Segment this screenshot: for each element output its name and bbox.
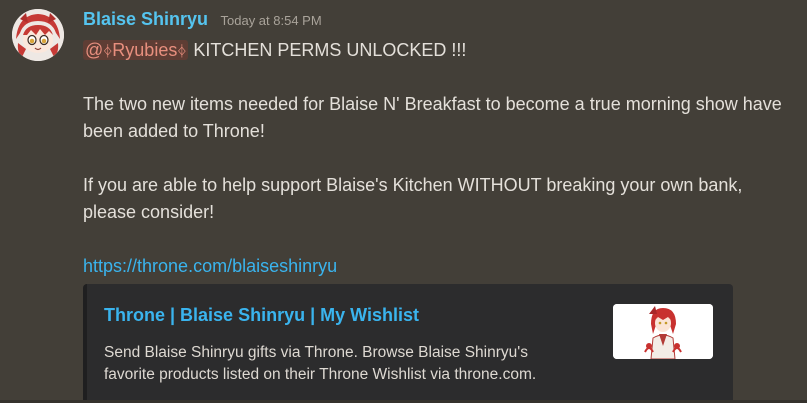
user-mention[interactable]: @ᛄRyubiesᛄ	[83, 40, 189, 60]
embed-description: Send Blaise Shinryu gifts via Throne. Br…	[104, 342, 594, 386]
character-thumbnail-icon	[613, 304, 713, 359]
embed-description-line-2: favorite products listed on their Throne…	[104, 366, 537, 383]
mention-prefix: @	[85, 40, 104, 60]
paragraph-1-line-2: been added to Throne!	[83, 121, 265, 141]
message-content: @ᛄRyubiesᛄ KITCHEN PERMS UNLOCKED !!! Th…	[83, 37, 807, 280]
link-line: https://throne.com/blaiseshinryu	[83, 253, 807, 280]
mention-name: Ryubies	[112, 40, 178, 60]
link-embed: Throne | Blaise Shinryu | My Wishlist Se…	[83, 284, 733, 403]
avatar[interactable]	[12, 9, 64, 61]
embed-title[interactable]: Throne | Blaise Shinryu | My Wishlist	[104, 305, 419, 326]
chat-message: Blaise Shinryu Today at 8:54 PM @ᛄRyubie…	[0, 0, 807, 403]
paragraph-2-line-2: please consider!	[83, 202, 215, 222]
paragraph-1-line-1: The two new items needed for Blaise N' B…	[83, 94, 782, 114]
message-header: Blaise Shinryu Today at 8:54 PM	[83, 9, 322, 30]
embed-thumbnail[interactable]	[613, 304, 713, 359]
message-line-headline: @ᛄRyubiesᛄ KITCHEN PERMS UNLOCKED !!!	[83, 37, 807, 64]
paragraph-2-line-1: If you are able to help support Blaise's…	[83, 175, 743, 195]
embed-description-line-1: Send Blaise Shinryu gifts via Throne. Br…	[104, 344, 528, 361]
avatar-icon	[12, 9, 64, 61]
mention-rune-left: ᛄ	[103, 42, 113, 60]
throne-link[interactable]: https://throne.com/blaiseshinryu	[83, 256, 337, 276]
mention-rune-right: ᛄ	[177, 42, 187, 60]
message-timestamp: Today at 8:54 PM	[220, 13, 322, 28]
headline-text: KITCHEN PERMS UNLOCKED !!!	[193, 40, 467, 60]
author-name[interactable]: Blaise Shinryu	[83, 9, 208, 29]
